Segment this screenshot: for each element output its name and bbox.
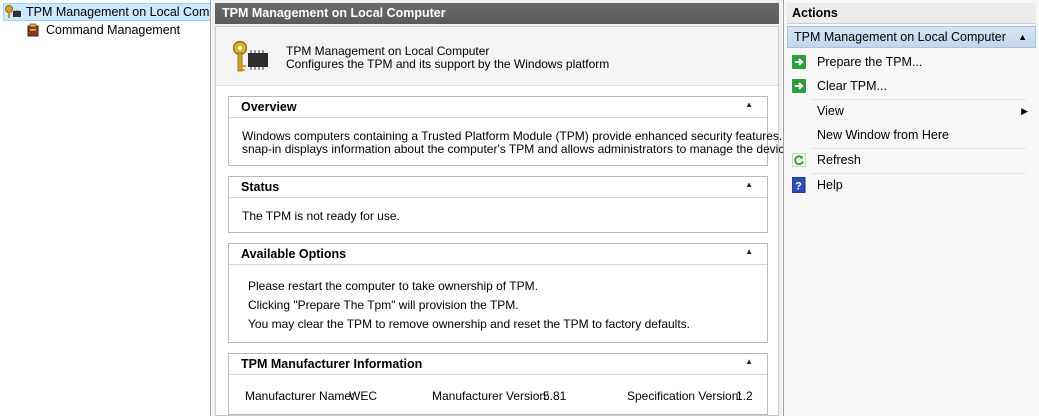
collapse-up-icon[interactable]: ▲ <box>1018 27 1027 47</box>
section-title: Overview <box>241 100 297 114</box>
snapin-header: TPM Management on Local Computer Configu… <box>216 27 778 86</box>
action-label: Help <box>817 178 843 192</box>
svg-text:?: ? <box>795 181 802 193</box>
manufacturer-name-value: WEC <box>349 389 377 403</box>
action-label: View <box>817 104 844 118</box>
status-text: The TPM is not ready for use. <box>242 209 400 223</box>
action-new-window[interactable]: New Window from Here <box>787 124 1030 146</box>
action-refresh[interactable]: Refresh <box>787 149 1030 171</box>
snapin-description: Configures the TPM and its support by th… <box>286 57 610 71</box>
snapin-title: TPM Management on Local Computer <box>286 44 490 58</box>
manufacturer-section: TPM Manufacturer Information ▲ Manufactu… <box>228 353 768 415</box>
overview-text-line: snap-in displays information about the c… <box>242 142 795 156</box>
status-section-header[interactable]: Status ▲ <box>229 177 767 198</box>
manufacturer-version-value: 5.81 <box>543 389 567 403</box>
overview-text-line: Windows computers containing a Trusted P… <box>242 129 809 143</box>
actions-group-label: TPM Management on Local Computer <box>794 30 1006 44</box>
center-pane: TPM Management on Local Computer TPM Man… <box>212 0 808 416</box>
action-help[interactable]: ? Help <box>787 174 1030 196</box>
center-pane-title: TPM Management on Local Computer <box>215 3 779 24</box>
tpm-key-icon <box>4 4 22 20</box>
options-text-line: Clicking "Prepare The Tpm" will provisio… <box>248 298 519 312</box>
help-icon: ? <box>791 177 807 193</box>
available-options-section-header[interactable]: Available Options ▲ <box>229 244 767 265</box>
section-title: TPM Manufacturer Information <box>241 357 423 371</box>
tree-item-tpm-management[interactable]: TPM Management on Local Comp <box>3 3 211 21</box>
tree-item-label: TPM Management on Local Comp <box>26 5 211 19</box>
actions-pane-title: Actions <box>787 3 1036 24</box>
available-options-section: Available Options ▲ Please restart the c… <box>228 243 768 343</box>
manufacturer-section-header[interactable]: TPM Manufacturer Information ▲ <box>229 354 767 375</box>
action-label: Refresh <box>817 153 861 167</box>
snapin-content: TPM Management on Local Computer Configu… <box>215 26 808 416</box>
green-arrow-icon <box>791 54 807 70</box>
submenu-arrow-icon: ▶ <box>1021 105 1028 116</box>
status-section: Status ▲ The TPM is not ready for use. <box>228 176 768 233</box>
tree-item-label: Command Management <box>46 23 181 37</box>
refresh-icon <box>791 152 807 168</box>
collapse-up-icon[interactable]: ▲ <box>745 180 753 189</box>
specification-version-value: 1.2 <box>736 389 753 403</box>
section-title: Status <box>241 180 280 194</box>
section-title: Available Options <box>241 247 347 261</box>
action-view[interactable]: View ▶ <box>787 100 1030 122</box>
green-arrow-icon <box>791 78 807 94</box>
actions-group-tpm-management[interactable]: TPM Management on Local Computer ▲ <box>787 26 1036 48</box>
action-clear-tpm[interactable]: Clear TPM... <box>787 75 1030 97</box>
actions-pane: Actions TPM Management on Local Computer… <box>783 0 1039 416</box>
action-label: Clear TPM... <box>817 79 887 93</box>
manufacturer-version-label: Manufacturer Version: <box>432 389 550 403</box>
command-management-icon <box>24 22 42 38</box>
options-text-line: Please restart the computer to take owne… <box>248 279 538 293</box>
action-label: Prepare the TPM... <box>817 55 923 69</box>
specification-version-label: Specification Version: <box>627 389 742 403</box>
tpm-key-chip-icon <box>230 39 270 75</box>
console-tree: TPM Management on Local Comp Command Man… <box>0 0 211 416</box>
overview-section-header[interactable]: Overview ▲ <box>229 97 767 118</box>
manufacturer-name-label: Manufacturer Name: <box>245 389 355 403</box>
collapse-up-icon[interactable]: ▲ <box>745 247 753 256</box>
options-text-line: You may clear the TPM to remove ownershi… <box>248 317 690 331</box>
collapse-up-icon[interactable]: ▲ <box>745 100 753 109</box>
tree-item-command-management[interactable]: Command Management <box>24 21 180 39</box>
overview-section: Overview ▲ Windows computers containing … <box>228 96 808 166</box>
collapse-up-icon[interactable]: ▲ <box>745 357 753 366</box>
action-label: New Window from Here <box>817 128 949 142</box>
action-prepare-tpm[interactable]: Prepare the TPM... <box>787 51 1030 73</box>
